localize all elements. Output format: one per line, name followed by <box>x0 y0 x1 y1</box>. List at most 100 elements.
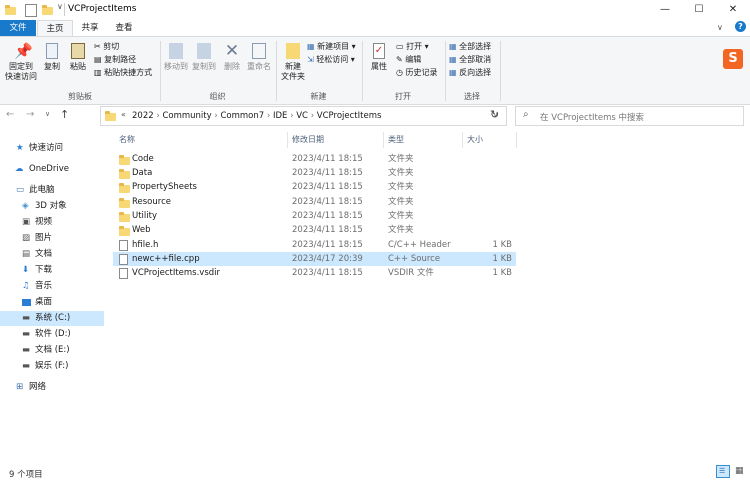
open-button[interactable]: ▭ 打开 ▾ <box>396 41 429 52</box>
properties-icon: ✓ <box>373 43 385 59</box>
file-date: 2023/4/11 18:15 <box>292 182 363 192</box>
paste-button[interactable]: 粘贴 <box>66 43 90 72</box>
invert-selection-button[interactable]: ▦ 反向选择 <box>449 67 491 78</box>
column-header-type[interactable]: 类型 <box>388 132 404 148</box>
column-divider[interactable] <box>383 132 384 148</box>
maximize-button[interactable]: ☐ <box>682 0 716 20</box>
ime-s-icon[interactable]: S <box>723 49 743 69</box>
nav-item-onedrive[interactable]: ☁ OneDrive <box>0 162 104 177</box>
column-divider[interactable] <box>462 132 463 148</box>
file-row[interactable]: Resource 2023/4/11 18:15 文件夹 <box>113 195 516 209</box>
file-row[interactable]: VCProjectItems.vsdir 2023/4/11 18:15 VSD… <box>113 266 516 280</box>
nav-item-music[interactable]: ♫ 音乐 <box>0 279 104 294</box>
file-name: Code <box>132 154 154 164</box>
collapse-ribbon-icon[interactable]: ∨ <box>717 23 723 32</box>
properties-quick-icon[interactable] <box>25 4 37 17</box>
copy-to-button[interactable]: 复制到 <box>190 43 218 72</box>
nav-item-drive-c[interactable]: ▬ 系统 (C:) <box>0 311 104 326</box>
breadcrumb-item[interactable]: IDE <box>273 111 287 121</box>
new-folder-quick-icon[interactable] <box>42 4 53 16</box>
history-label: 历史记录 <box>405 68 438 77</box>
nav-item-network[interactable]: ⊞ 网络 <box>0 380 104 395</box>
nav-item-this-pc[interactable]: ▭ 此电脑 <box>0 183 104 198</box>
breadcrumb-item[interactable]: VCProjectItems <box>317 111 382 121</box>
breadcrumb-item[interactable]: 2022 <box>132 111 154 121</box>
tab-share[interactable]: 共享 <box>74 20 106 36</box>
column-header-size[interactable]: 大小 <box>467 132 483 148</box>
file-date: 2023/4/11 18:15 <box>292 240 363 250</box>
close-button[interactable]: ✕ <box>716 0 750 20</box>
cpp-file-icon <box>119 254 128 265</box>
column-divider[interactable] <box>287 132 288 148</box>
column-header-name[interactable]: 名称 <box>119 132 135 148</box>
nav-item-drive-d[interactable]: ▬ 软件 (D:) <box>0 327 104 342</box>
file-row[interactable]: Web 2023/4/11 18:15 文件夹 <box>113 223 516 237</box>
back-button[interactable]: ← <box>6 109 14 120</box>
column-divider[interactable] <box>516 132 517 148</box>
nav-item-label: 娱乐 (F:) <box>35 361 69 371</box>
copy-path-button[interactable]: ▤ 复制路径 <box>94 54 136 65</box>
nav-item-videos[interactable]: ▣ 视频 <box>0 215 104 230</box>
file-row[interactable]: Utility 2023/4/11 18:15 文件夹 <box>113 209 516 223</box>
file-date: 2023/4/11 18:15 <box>292 225 363 235</box>
tab-file[interactable]: 文件 <box>0 20 36 36</box>
title-divider <box>64 3 65 16</box>
nav-item-label: 视频 <box>35 217 53 227</box>
breadcrumb-item[interactable]: Common7 <box>220 111 264 121</box>
nav-item-drive-e[interactable]: ▬ 文档 (E:) <box>0 343 104 358</box>
paste-shortcut-button[interactable]: ▥ 粘贴快捷方式 <box>94 67 152 78</box>
help-icon[interactable]: ? <box>735 21 746 32</box>
file-row[interactable]: Code 2023/4/11 18:15 文件夹 <box>113 152 516 166</box>
star-icon: ★ <box>16 143 24 153</box>
properties-button[interactable]: ✓ 属性 <box>366 43 392 72</box>
cut-button[interactable]: ✂ 剪切 <box>94 41 119 52</box>
cube-icon: ◈ <box>22 201 29 211</box>
file-row[interactable]: Data 2023/4/11 18:15 文件夹 <box>113 166 516 180</box>
search-placeholder: 在 VCProjectItems 中搜索 <box>540 113 645 123</box>
nav-item-drive-f[interactable]: ▬ 娱乐 (F:) <box>0 359 104 374</box>
copy-button[interactable]: 复制 <box>40 43 64 72</box>
nav-item-quick-access[interactable]: ★ 快速访问 <box>0 141 104 156</box>
history-button[interactable]: ◷ 历史记录 <box>396 67 438 78</box>
minimize-button[interactable]: — <box>648 0 682 20</box>
music-icon: ♫ <box>22 281 30 291</box>
large-icons-view-button[interactable]: ▦ <box>733 465 747 478</box>
file-row[interactable]: hfile.h 2023/4/11 18:15 C/C++ Header 1 K… <box>113 238 516 252</box>
file-row-selected[interactable]: newc++file.cpp 2023/4/17 20:39 C++ Sourc… <box>113 252 516 266</box>
nav-item-3d-objects[interactable]: ◈ 3D 对象 <box>0 199 104 214</box>
select-none-button[interactable]: ▦ 全部取消 <box>449 54 491 65</box>
nav-item-documents[interactable]: ▤ 文档 <box>0 247 104 262</box>
organize-group-label: 组织 <box>209 92 226 101</box>
select-all-button[interactable]: ▦ 全部选择 <box>449 41 491 52</box>
video-icon: ▣ <box>22 217 31 227</box>
new-folder-button[interactable]: 新建 文件夹 <box>279 43 307 82</box>
breadcrumb-overflow[interactable]: « <box>121 110 126 119</box>
rename-button[interactable]: 重命名 <box>245 43 273 72</box>
edit-button[interactable]: ✎ 编辑 <box>396 54 421 65</box>
up-button[interactable]: ↑ <box>60 108 69 121</box>
customize-toolbar-icon[interactable]: ∨ <box>57 2 63 11</box>
breadcrumb-item[interactable]: Community <box>162 111 211 121</box>
pin-to-quick-access-button[interactable]: 📌 固定到 快速访问 <box>3 43 39 82</box>
copy-path-icon: ▤ <box>94 55 102 64</box>
easy-access-button[interactable]: ⇲ 轻松访问 ▾ <box>307 54 355 65</box>
select-group-label: 选择 <box>464 92 480 101</box>
column-header-date[interactable]: 修改日期 <box>292 132 324 148</box>
breadcrumb-item[interactable]: VC <box>296 111 308 121</box>
details-view-button[interactable]: ☰ <box>716 465 730 478</box>
refresh-icon[interactable]: ↻ <box>490 108 499 121</box>
new-item-button[interactable]: ▦ 新建项目 ▾ <box>307 41 356 52</box>
tab-home[interactable]: 主页 <box>37 20 73 36</box>
recent-locations-button[interactable]: ∨ <box>45 110 50 118</box>
search-input[interactable]: ⌕ 在 VCProjectItems 中搜索 <box>515 106 744 126</box>
nav-item-downloads[interactable]: ⬇ 下载 <box>0 263 104 278</box>
nav-item-pictures[interactable]: ▨ 图片 <box>0 231 104 246</box>
delete-button[interactable]: ✕ 删除 <box>220 43 244 72</box>
tab-view[interactable]: 查看 <box>108 20 140 36</box>
move-to-button[interactable]: 移动到 <box>162 43 190 72</box>
file-row[interactable]: PropertySheets 2023/4/11 18:15 文件夹 <box>113 180 516 194</box>
forward-button[interactable]: → <box>26 109 34 120</box>
address-bar[interactable]: « 2022 › Community › Common7 › IDE › VC … <box>100 106 507 126</box>
invert-selection-icon: ▦ <box>449 68 457 77</box>
nav-item-desktop[interactable]: 桌面 <box>0 295 104 310</box>
